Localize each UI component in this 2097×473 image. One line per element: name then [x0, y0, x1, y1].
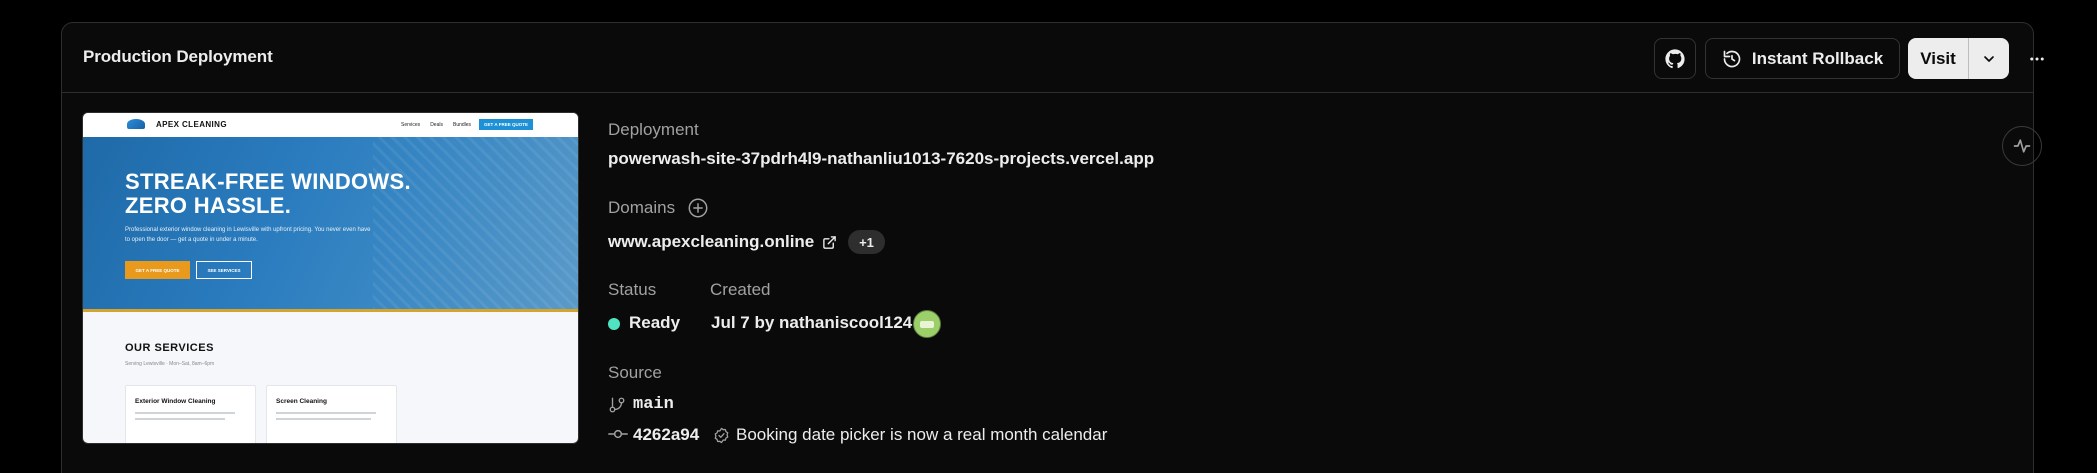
created-label: Created — [710, 280, 771, 299]
source-label: Source — [608, 363, 662, 382]
branch-link[interactable]: main — [633, 395, 674, 414]
github-icon — [1665, 48, 1685, 68]
preview-nav-link: Deals — [430, 122, 443, 128]
preview-secondary-cta: SEE SERVICES — [196, 261, 252, 279]
visit-dropdown-button[interactable] — [1969, 38, 2009, 79]
domain-link[interactable]: www.apexcleaning.online — [608, 232, 814, 252]
preview-service-card: Exterior Window Cleaning — [125, 385, 256, 443]
status-label: Status — [608, 280, 657, 299]
chevron-down-icon — [1984, 55, 1994, 62]
avatar[interactable] — [913, 310, 941, 338]
github-button[interactable] — [1654, 38, 1696, 79]
preview-brand: APEX CLEANING — [156, 120, 227, 129]
preview-nav-link: Services — [401, 122, 421, 128]
more-horizontal-icon — [2030, 57, 2044, 60]
preview-service-text-line — [135, 412, 235, 414]
commit-hash-link[interactable]: 4262a94 — [633, 425, 699, 445]
preview-services-title: OUR SERVICES — [125, 342, 214, 354]
deployment-url-link[interactable]: powerwash-site-37pdrh4l9-nathanliu1013-7… — [608, 149, 1154, 169]
visit-button-group: Visit — [1908, 38, 2009, 79]
instant-rollback-button[interactable]: Instant Rollback — [1705, 38, 1900, 79]
preview-primary-cta: GET A FREE QUOTE — [125, 261, 190, 279]
preview-nav-link: Bundles — [452, 122, 472, 128]
production-deployment-card: Production Deployment Instant Rollback V… — [61, 22, 2044, 473]
preview-service-text-line — [135, 418, 225, 420]
preview-service-title: Exterior Window Cleaning — [135, 398, 216, 405]
commit-message[interactable]: Booking date picker is now a real month … — [736, 425, 1107, 445]
status-dot — [608, 318, 620, 330]
card-header: Production Deployment Instant Rollback V… — [62, 23, 2044, 93]
preview-service-title: Screen Cleaning — [276, 398, 327, 405]
add-domain-button[interactable] — [687, 197, 709, 219]
preview-logo-icon — [127, 119, 145, 129]
deployment-preview[interactable]: APEX CLEANING Services Deals Bundles GET… — [82, 112, 579, 444]
preview-service-card: Screen Cleaning — [266, 385, 397, 443]
deployment-label: Deployment — [608, 120, 699, 139]
preview-subtext: Professional exterior window cleaning in… — [125, 227, 371, 243]
preview-nav: APEX CLEANING Services Deals Bundles GET… — [83, 113, 578, 137]
card-title: Production Deployment — [83, 47, 273, 66]
verified-check-icon — [712, 426, 730, 444]
preview-service-text-line — [276, 412, 376, 414]
plus-circle-icon — [688, 198, 708, 218]
preview-hero-divider — [83, 309, 578, 312]
git-branch-icon — [608, 395, 626, 415]
external-link-icon — [820, 233, 838, 251]
preview-services-subtitle: Serving Lewisville · Mon–Sat, 8am–6pm — [125, 361, 215, 367]
preview-hero — [83, 137, 578, 311]
visit-button[interactable]: Visit — [1908, 38, 1969, 79]
preview-service-text-line — [276, 418, 371, 420]
domains-label: Domains — [608, 198, 676, 217]
rollback-icon — [1723, 50, 1741, 67]
instant-rollback-label: Instant Rollback — [1751, 48, 1884, 68]
observability-button[interactable] — [2002, 126, 2042, 166]
preview-nav-cta: GET A FREE QUOTE — [479, 119, 533, 130]
status-value: Ready — [629, 313, 681, 332]
more-domains-badge[interactable]: +1 — [848, 230, 885, 254]
preview-nav-links: Services Deals Bundles — [401, 122, 471, 128]
created-value: Jul 7 by nathaniscool124 — [711, 313, 913, 332]
preview-headline: STREAK-FREE WINDOWS. ZERO HASSLE. — [125, 169, 411, 218]
more-options-button[interactable] — [2022, 38, 2052, 79]
git-commit-icon — [608, 424, 628, 444]
activity-pulse-icon — [2013, 139, 2031, 153]
